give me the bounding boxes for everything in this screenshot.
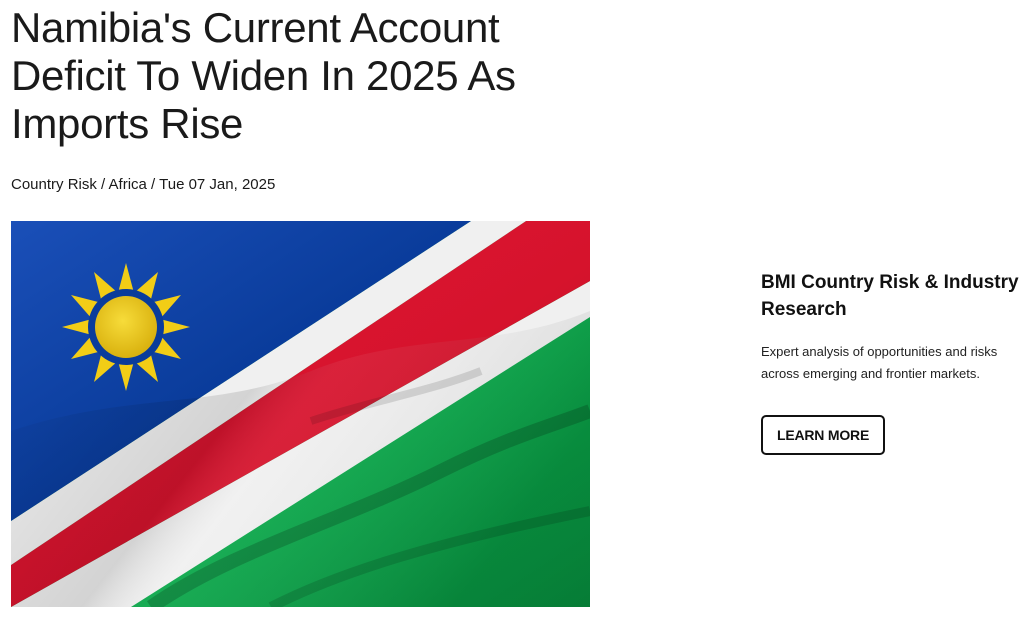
article-page: Namibia's Current Account Deficit To Wid… [0, 0, 1033, 622]
promo-description: Expert analysis of opportunities and ris… [761, 344, 998, 381]
breadcrumb-separator: / [146, 176, 160, 193]
hero-image-namibia-flag [11, 221, 590, 607]
breadcrumb-separator: / [96, 176, 109, 193]
article-date: Tue 07 Jan, 2025 [159, 176, 276, 193]
namibia-flag-graphic [11, 221, 590, 607]
promo-title: BMI Country Risk & Industry Research [761, 272, 1019, 320]
breadcrumb-region-link[interactable]: Africa [109, 176, 147, 193]
promo-panel: BMI Country Risk & Industry Research Exp… [761, 269, 1026, 455]
article-title: Namibia's Current Account Deficit To Wid… [11, 4, 516, 147]
breadcrumb-section-link[interactable]: Country Risk [11, 176, 97, 193]
breadcrumb: Country Risk / Africa / Tue 07 Jan, 2025 [11, 176, 275, 193]
learn-more-button[interactable]: LEARN MORE [761, 415, 886, 455]
